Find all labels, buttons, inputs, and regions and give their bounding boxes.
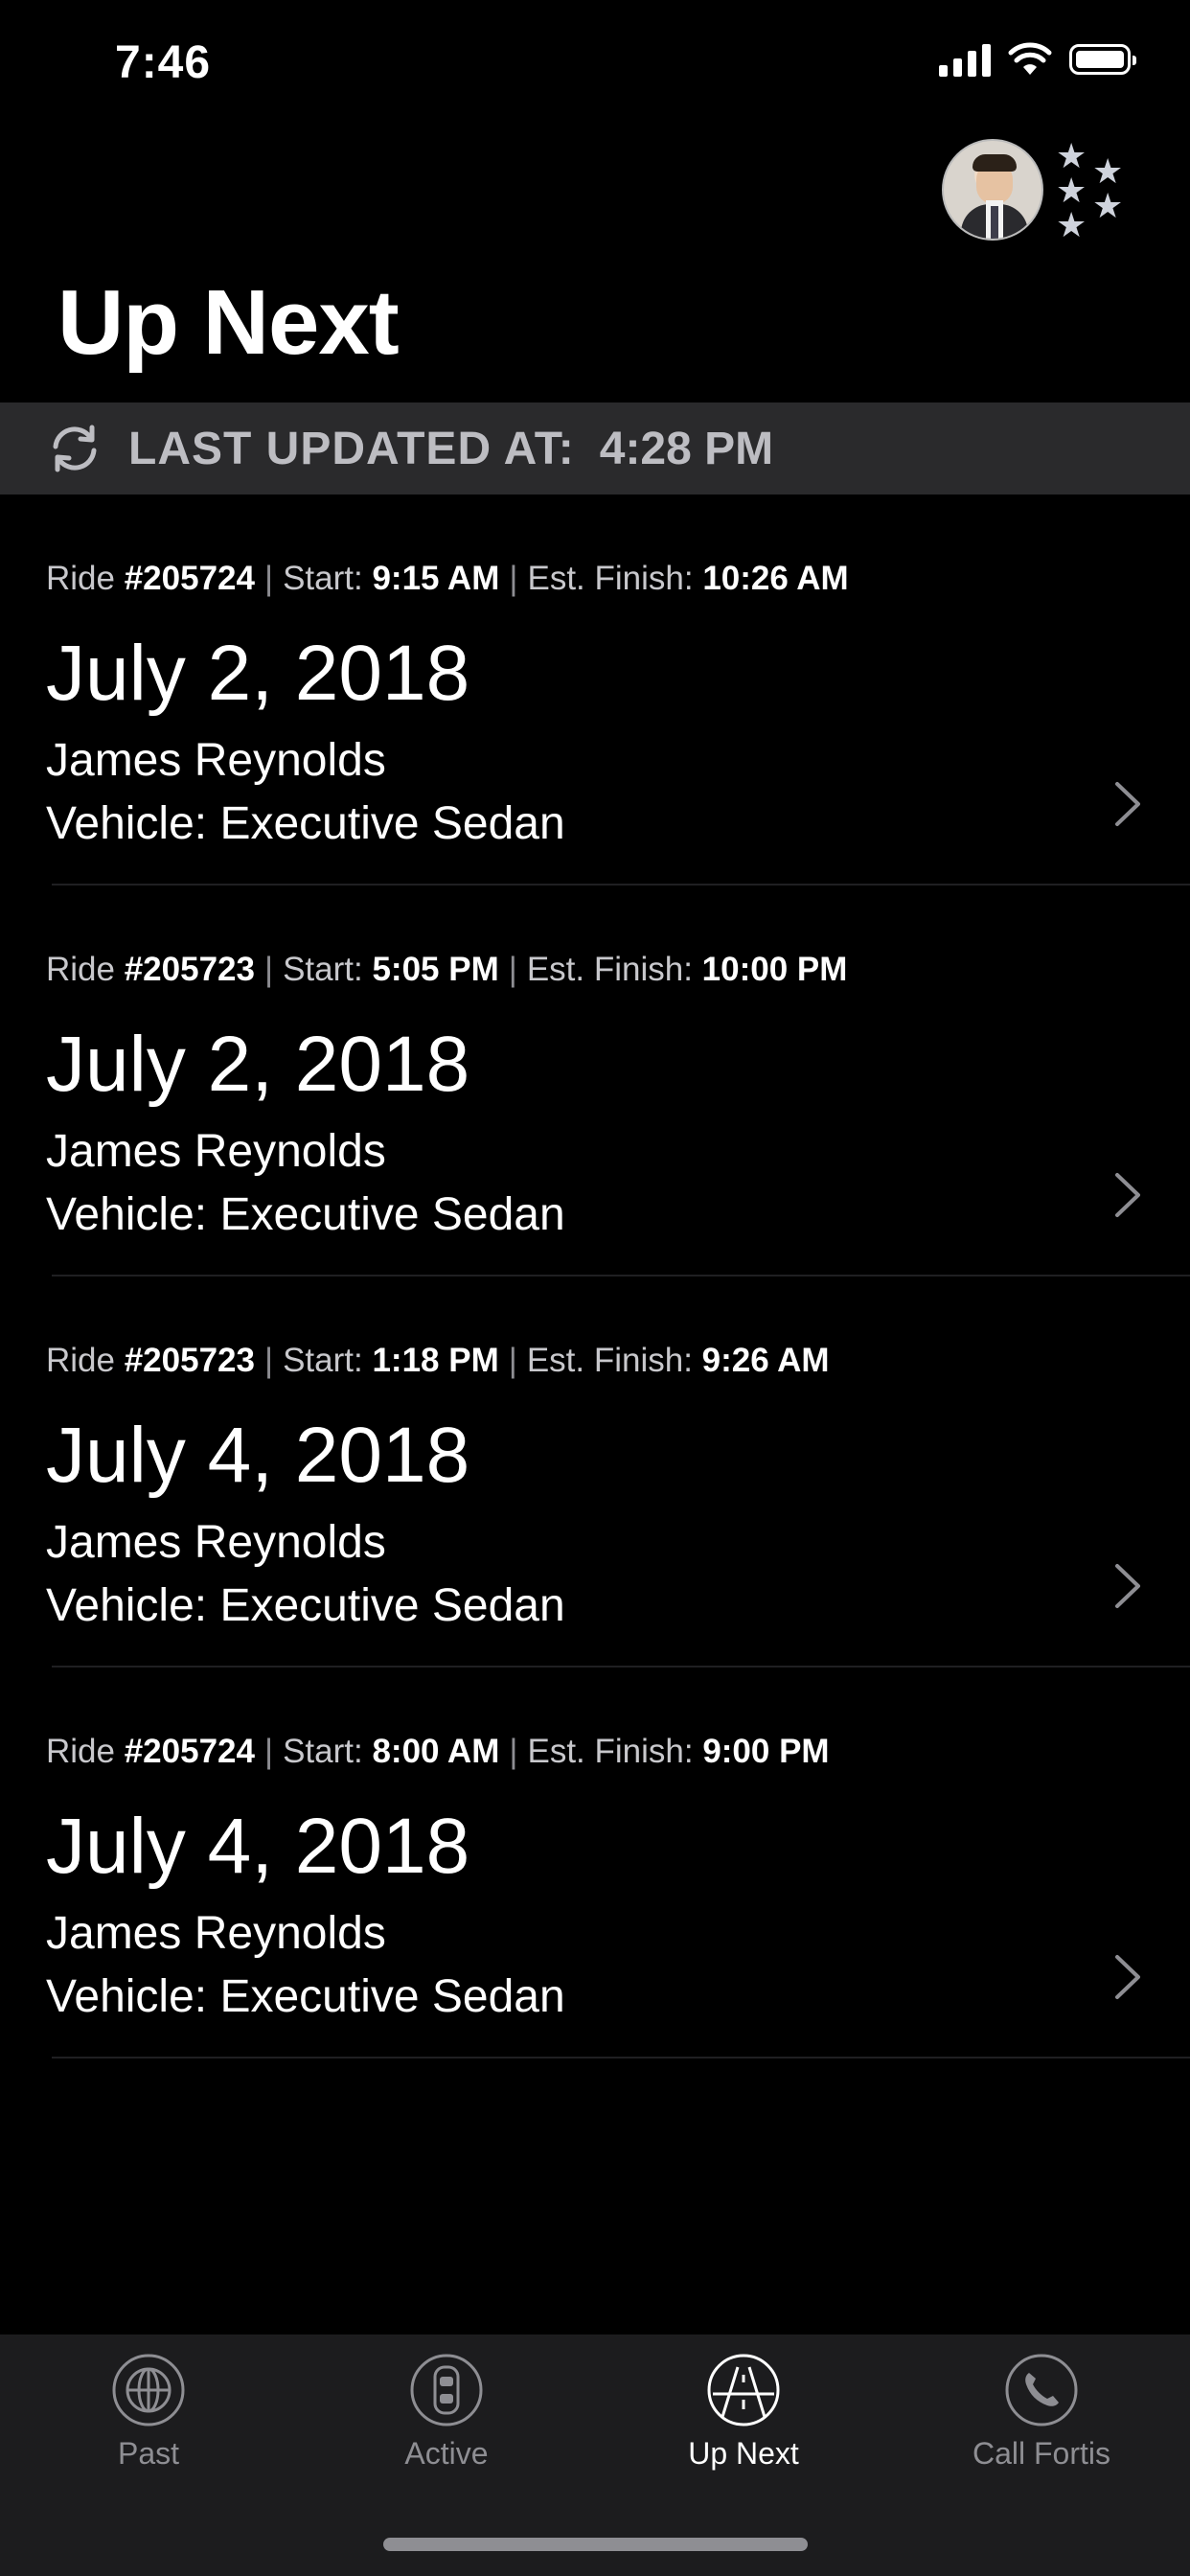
ride-passenger: James Reynolds <box>46 735 386 786</box>
ride-date: July 4, 2018 <box>46 1803 470 1890</box>
ride-list-item[interactable]: Ride #205723 | Start: 1:18 PM | Est. Finish:… <box>0 1276 1190 1668</box>
tab-label: Active <box>404 2436 489 2471</box>
ride-vehicle: Vehicle: Executive Sedan <box>46 1580 565 1631</box>
ride-date: July 2, 2018 <box>46 630 470 717</box>
page-title: Up Next <box>57 271 400 374</box>
ride-list-item[interactable]: Ride #205724 | Start: 9:15 AM | Est. Finish:… <box>0 494 1190 886</box>
ride-meta: Ride #205723 | Start: 5:05 PM | Est. Finish:… <box>46 951 848 988</box>
wifi-icon <box>1008 42 1052 75</box>
ride-number: #205723 <box>124 1342 255 1379</box>
chevron-right-icon[interactable] <box>1113 1562 1142 1610</box>
ride-meta: Ride #205724 | Start: 9:15 AM | Est. Finish:… <box>46 560 849 597</box>
phone-icon <box>1005 2354 1078 2426</box>
ride-vehicle: Vehicle: Executive Sedan <box>46 1971 565 2022</box>
ride-passenger: James Reynolds <box>46 1517 386 1568</box>
ride-list-item[interactable]: Ride #205724 | Start: 8:00 AM | Est. Finish:… <box>0 1668 1190 2058</box>
ride-number: #205724 <box>124 560 255 597</box>
tab-past[interactable]: Past <box>38 2352 259 2486</box>
last-updated-time: 4:28 PM <box>599 423 774 474</box>
status-bar: 7:46 <box>0 0 1190 129</box>
ride-date: July 4, 2018 <box>46 1412 470 1499</box>
ride-list: Ride #205724 | Start: 9:15 AM | Est. Finish:… <box>0 494 1190 2058</box>
ride-passenger: James Reynolds <box>46 1126 386 1177</box>
ride-number: #205724 <box>124 1733 255 1770</box>
ride-number: #205723 <box>124 951 255 988</box>
ride-finish-time: 9:00 PM <box>702 1733 830 1770</box>
status-icons <box>939 42 1136 77</box>
status-time: 7:46 <box>115 37 212 88</box>
ride-start-time: 5:05 PM <box>372 951 499 988</box>
tab-label: Up Next <box>688 2436 799 2471</box>
screen: 7:46 ★ ★ ★ ★ ★ Up Next LAST UPDATED AT: … <box>0 0 1190 2576</box>
globe-icon <box>112 2354 185 2426</box>
tab-call-fortis[interactable]: Call Fortis <box>931 2352 1152 2486</box>
road-icon <box>707 2354 780 2426</box>
ride-finish-time: 10:00 PM <box>701 951 848 988</box>
chevron-right-icon[interactable] <box>1113 780 1142 828</box>
last-updated-label: LAST UPDATED AT: <box>128 423 575 474</box>
tab-label: Past <box>117 2436 180 2471</box>
chevron-right-icon[interactable] <box>1113 1953 1142 2001</box>
battery-icon <box>1069 44 1136 75</box>
ride-meta: Ride #205724 | Start: 8:00 AM | Est. Finish:… <box>46 1733 830 1770</box>
last-updated-bar[interactable]: LAST UPDATED AT: 4:28 PM <box>0 402 1190 494</box>
ride-start-time: 1:18 PM <box>372 1342 499 1379</box>
tab-up-next[interactable]: Up Next <box>633 2352 854 2486</box>
tab-active[interactable]: Active <box>336 2352 557 2486</box>
ride-vehicle: Vehicle: Executive Sedan <box>46 798 565 849</box>
ride-list-item[interactable]: Ride #205723 | Start: 5:05 PM | Est. Finish:… <box>0 886 1190 1276</box>
ride-meta: Ride #205723 | Start: 1:18 PM | Est. Finish:… <box>46 1342 830 1379</box>
stars-icon[interactable]: ★ ★ ★ ★ ★ <box>1054 139 1133 244</box>
ride-start-time: 8:00 AM <box>372 1733 500 1770</box>
ride-start-time: 9:15 AM <box>372 560 500 597</box>
refresh-icon[interactable] <box>44 418 105 479</box>
ride-passenger: James Reynolds <box>46 1908 386 1959</box>
ride-vehicle: Vehicle: Executive Sedan <box>46 1189 565 1240</box>
signal-icon <box>939 42 991 77</box>
car-icon <box>410 2354 483 2426</box>
ride-finish-time: 10:26 AM <box>702 560 849 597</box>
ride-date: July 2, 2018 <box>46 1021 470 1108</box>
tab-label: Call Fortis <box>972 2436 1110 2471</box>
avatar[interactable] <box>942 139 1043 241</box>
ride-finish-time: 9:26 AM <box>701 1342 830 1379</box>
chevron-right-icon[interactable] <box>1113 1171 1142 1219</box>
home-indicator[interactable] <box>383 2538 808 2551</box>
